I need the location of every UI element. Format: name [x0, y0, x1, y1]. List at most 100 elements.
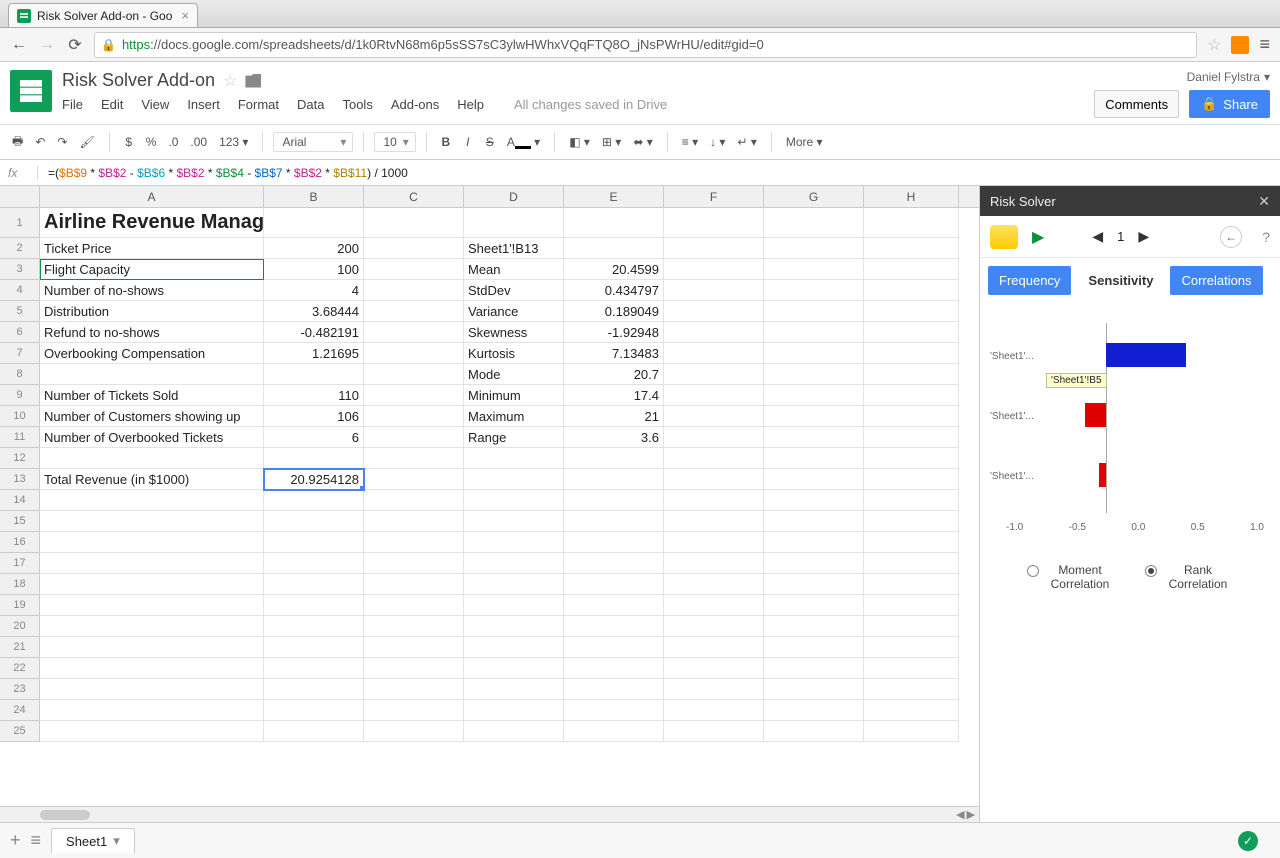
cell[interactable] — [364, 238, 464, 259]
share-button[interactable]: 🔒Share — [1189, 90, 1270, 118]
folder-icon[interactable] — [245, 74, 261, 88]
cell[interactable]: Number of no-shows — [40, 280, 264, 301]
cell-grid[interactable]: 1Airline Revenue Management2Ticket Price… — [0, 208, 979, 806]
scroll-thumb[interactable] — [40, 810, 90, 820]
row-header[interactable]: 8 — [0, 364, 40, 385]
fill-color-icon[interactable]: ◧ ▾ — [565, 135, 594, 149]
cell[interactable] — [764, 469, 864, 490]
row-header[interactable]: 15 — [0, 511, 40, 532]
cell[interactable] — [664, 280, 764, 301]
menu-help[interactable]: Help — [457, 97, 484, 112]
cell[interactable] — [664, 574, 764, 595]
cell[interactable] — [764, 208, 864, 238]
cell[interactable] — [764, 658, 864, 679]
cell[interactable] — [364, 511, 464, 532]
cell[interactable] — [764, 490, 864, 511]
cell[interactable] — [364, 259, 464, 280]
cell[interactable] — [564, 511, 664, 532]
italic-icon[interactable]: I — [459, 135, 477, 149]
tab-frequency[interactable]: Frequency — [988, 266, 1071, 295]
cell[interactable] — [264, 532, 364, 553]
bookmark-icon[interactable]: ☆ — [1207, 35, 1221, 55]
back-circle-icon[interactable]: ← — [1220, 226, 1242, 248]
paint-format-icon[interactable]: 🖌 — [75, 135, 98, 149]
cell[interactable] — [364, 616, 464, 637]
cell[interactable] — [864, 595, 959, 616]
cell[interactable]: 20.7 — [564, 364, 664, 385]
help-icon[interactable]: ? — [1262, 229, 1270, 245]
cell[interactable] — [764, 595, 864, 616]
extension-icon[interactable] — [1231, 36, 1249, 54]
cell[interactable] — [564, 658, 664, 679]
sheet-tab[interactable]: Sheet1 ▾ — [51, 828, 135, 853]
cell[interactable] — [264, 574, 364, 595]
select-all-corner[interactable] — [0, 186, 40, 207]
col-header[interactable]: C — [364, 186, 464, 207]
row-header[interactable]: 6 — [0, 322, 40, 343]
cell[interactable] — [264, 700, 364, 721]
user-menu[interactable]: Daniel Fylstra ▾ — [1187, 70, 1270, 84]
cell[interactable] — [664, 343, 764, 364]
row-header[interactable]: 23 — [0, 679, 40, 700]
cell[interactable] — [764, 700, 864, 721]
bold-icon[interactable]: B — [437, 135, 455, 149]
cell[interactable] — [664, 511, 764, 532]
cell[interactable] — [864, 721, 959, 742]
cell[interactable]: Variance — [464, 301, 564, 322]
cell[interactable] — [40, 553, 264, 574]
cell[interactable] — [664, 679, 764, 700]
cell[interactable] — [264, 208, 364, 238]
cell[interactable] — [564, 532, 664, 553]
col-header[interactable]: D — [464, 186, 564, 207]
cell[interactable] — [464, 490, 564, 511]
cell[interactable] — [564, 595, 664, 616]
cell[interactable]: Flight Capacity — [40, 259, 264, 280]
redo-icon[interactable]: ↷ — [53, 135, 71, 149]
cell[interactable] — [864, 322, 959, 343]
row-header[interactable]: 20 — [0, 616, 40, 637]
cell[interactable] — [264, 448, 364, 469]
scroll-left-icon[interactable]: ◀ — [956, 808, 964, 821]
row-header[interactable]: 18 — [0, 574, 40, 595]
cell[interactable]: Refund to no-shows — [40, 322, 264, 343]
document-title[interactable]: Risk Solver Add-on — [62, 70, 215, 91]
cell[interactable] — [764, 406, 864, 427]
cell[interactable] — [364, 595, 464, 616]
cell[interactable]: 0.189049 — [564, 301, 664, 322]
cell[interactable] — [264, 364, 364, 385]
row-header[interactable]: 16 — [0, 532, 40, 553]
number-format-icon[interactable]: 123 ▾ — [215, 135, 252, 149]
print-icon[interactable]: 🖶 — [8, 132, 27, 153]
cell[interactable] — [864, 208, 959, 238]
row-header[interactable]: 9 — [0, 385, 40, 406]
cell[interactable] — [464, 658, 564, 679]
cell[interactable] — [664, 490, 764, 511]
horizontal-scrollbar[interactable]: ◀▶ — [0, 806, 979, 822]
cell[interactable] — [464, 721, 564, 742]
sheets-logo-icon[interactable] — [10, 70, 52, 112]
cell[interactable] — [564, 637, 664, 658]
cell[interactable] — [764, 679, 864, 700]
cell[interactable] — [364, 658, 464, 679]
cell[interactable] — [564, 208, 664, 238]
radio-rank[interactable]: Rank Correlation — [1145, 563, 1233, 591]
borders-icon[interactable]: ⊞ ▾ — [598, 135, 625, 149]
cell[interactable] — [364, 574, 464, 595]
cell[interactable] — [764, 238, 864, 259]
cell[interactable] — [364, 343, 464, 364]
cell[interactable] — [864, 574, 959, 595]
add-sheet-icon[interactable]: + — [10, 830, 21, 851]
cell[interactable] — [864, 385, 959, 406]
cell[interactable] — [664, 385, 764, 406]
cell[interactable] — [764, 343, 864, 364]
cell[interactable] — [40, 574, 264, 595]
next-icon[interactable]: ▶ — [1138, 228, 1149, 245]
cell[interactable] — [264, 679, 364, 700]
url-input[interactable]: 🔒 https://docs.google.com/spreadsheets/d… — [94, 32, 1197, 58]
cell[interactable] — [364, 721, 464, 742]
valign-icon[interactable]: ↓ ▾ — [706, 135, 729, 149]
cell[interactable] — [564, 238, 664, 259]
cell[interactable] — [664, 259, 764, 280]
cell[interactable] — [364, 427, 464, 448]
cell[interactable] — [664, 448, 764, 469]
